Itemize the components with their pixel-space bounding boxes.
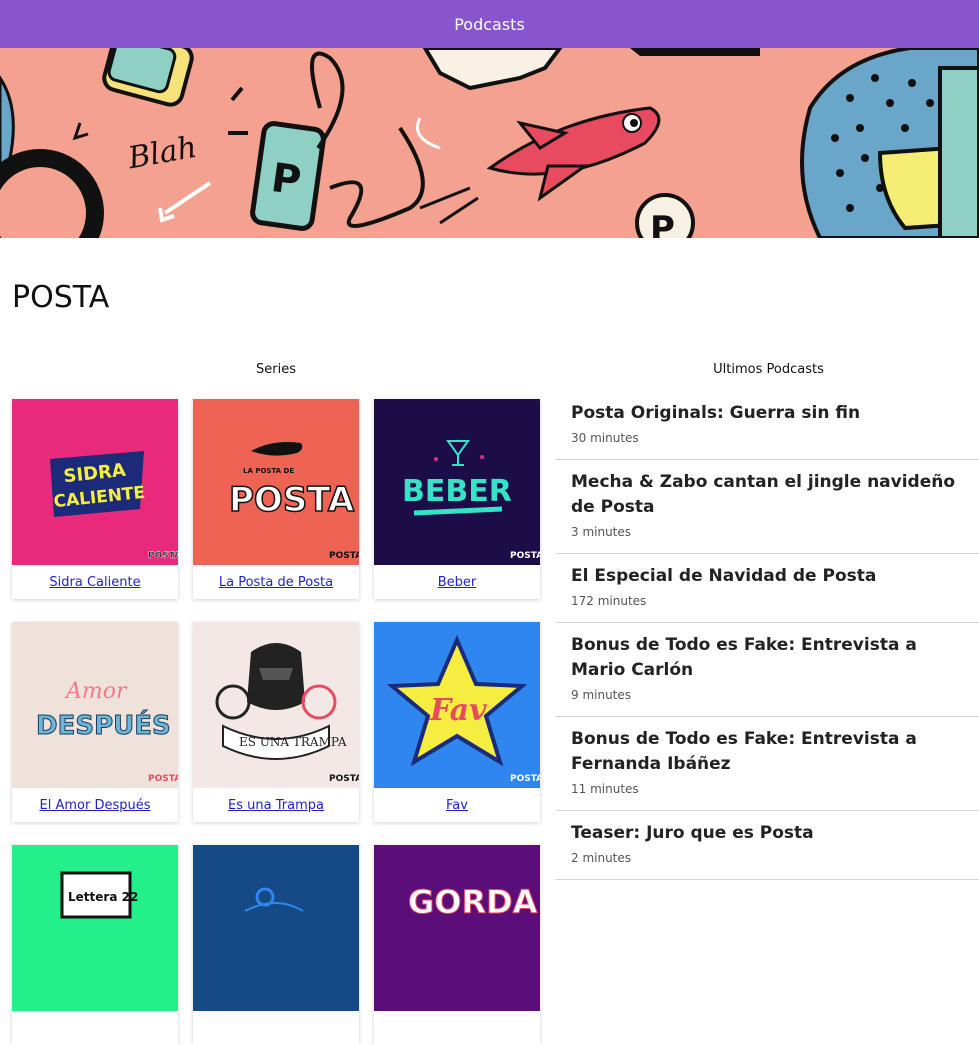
- series-card[interactable]: [193, 845, 359, 1045]
- svg-text:DESPUÉS: DESPUÉS: [36, 709, 171, 741]
- series-link[interactable]: Fav: [446, 798, 468, 813]
- svg-text:BEBER: BEBER: [402, 474, 512, 509]
- top-app-bar: Podcasts: [0, 0, 979, 48]
- hero-illustration: Blah P P: [0, 48, 979, 238]
- podcast-title[interactable]: Posta Originals: Guerra sin fin: [571, 401, 969, 426]
- podcast-duration: 30 minutes: [571, 431, 639, 445]
- svg-text:Fav: Fav: [429, 693, 487, 728]
- svg-text:ES UNA TRAMPA: ES UNA TRAMPA: [239, 735, 347, 749]
- series-cover[interactable]: ES UNA TRAMPA POSTA: [193, 622, 359, 788]
- series-cover[interactable]: BEBER POSTA: [374, 399, 540, 565]
- series-heading: Series: [256, 362, 296, 377]
- podcast-title[interactable]: El Especial de Navidad de Posta: [571, 564, 969, 589]
- series-link[interactable]: Es una Trampa: [228, 798, 324, 813]
- podcast-item[interactable]: El Especial de Navidad de Posta 172 minu…: [555, 554, 979, 623]
- app-title: Podcasts: [454, 14, 525, 34]
- svg-text:LA POSTA DE: LA POSTA DE: [243, 467, 294, 475]
- podcast-title[interactable]: Bonus de Todo es Fake: Entrevista a Fern…: [571, 727, 969, 777]
- posta-badge: POSTA: [510, 774, 540, 784]
- svg-text:Amor: Amor: [64, 679, 128, 704]
- podcast-duration: 2 minutes: [571, 851, 632, 865]
- podcast-item[interactable]: Posta Originals: Guerra sin fin 30 minut…: [555, 391, 979, 460]
- series-card-es-una-trampa[interactable]: ES UNA TRAMPA POSTA Es una Trampa: [193, 622, 359, 822]
- series-card-beber[interactable]: BEBER POSTA Beber: [374, 399, 540, 599]
- posta-badge: POSTA: [329, 551, 359, 561]
- podcast-item[interactable]: Bonus de Todo es Fake: Entrevista a Mari…: [555, 623, 979, 717]
- latest-podcasts-heading: Ultimos Podcasts: [713, 362, 824, 377]
- series-cover[interactable]: LA POSTA DE POSTA POSTA: [193, 399, 359, 565]
- podcast-item[interactable]: Teaser: Juro que es Posta 2 minutes: [555, 811, 979, 880]
- svg-text:POSTA: POSTA: [229, 480, 355, 520]
- series-cover[interactable]: GORDA: [374, 845, 540, 1011]
- series-card-gorda[interactable]: GORDA: [374, 845, 540, 1045]
- series-link[interactable]: Sidra Caliente: [49, 575, 140, 590]
- podcast-duration: 9 minutes: [571, 688, 632, 702]
- posta-badge: POSTA: [148, 551, 178, 561]
- series-cover[interactable]: Fav POSTA: [374, 622, 540, 788]
- latest-podcasts-list: Posta Originals: Guerra sin fin 30 minut…: [555, 391, 979, 880]
- svg-text:GORDA: GORDA: [408, 883, 538, 921]
- series-cover[interactable]: [193, 845, 359, 1011]
- series-card-fav[interactable]: Fav POSTA Fav: [374, 622, 540, 822]
- svg-text:P: P: [650, 209, 675, 238]
- podcast-title[interactable]: Bonus de Todo es Fake: Entrevista a Mari…: [571, 633, 969, 683]
- series-cover[interactable]: Amor DESPUÉS POSTA: [12, 622, 178, 788]
- series-link[interactable]: El Amor Después: [40, 798, 151, 813]
- posta-badge: POSTA: [329, 774, 359, 784]
- page-title: POSTA: [12, 280, 110, 315]
- posta-badge: POSTA: [148, 774, 178, 784]
- series-card-sidra-caliente[interactable]: SIDRA CALIENTE POSTA Sidra Caliente: [12, 399, 178, 599]
- posta-badge: POSTA: [510, 551, 540, 561]
- podcast-title[interactable]: Teaser: Juro que es Posta: [571, 821, 969, 846]
- series-link[interactable]: La Posta de Posta: [219, 575, 333, 590]
- series-link[interactable]: Beber: [438, 575, 477, 590]
- series-cover[interactable]: SIDRA CALIENTE POSTA: [12, 399, 178, 565]
- series-card-lettera-22[interactable]: Lettera 22: [12, 845, 178, 1045]
- series-cover[interactable]: Lettera 22: [12, 845, 178, 1011]
- podcast-duration: 172 minutes: [571, 594, 647, 608]
- podcast-item[interactable]: Mecha & Zabo cantan el jingle navideño d…: [555, 460, 979, 554]
- podcast-item[interactable]: Bonus de Todo es Fake: Entrevista a Fern…: [555, 717, 979, 811]
- podcast-duration: 3 minutes: [571, 525, 632, 539]
- hero-banner: Blah P P: [0, 48, 979, 238]
- podcast-duration: 11 minutes: [571, 782, 639, 796]
- series-card-la-posta-de-posta[interactable]: LA POSTA DE POSTA POSTA La Posta de Post…: [193, 399, 359, 599]
- series-card-el-amor-despues[interactable]: Amor DESPUÉS POSTA El Amor Después: [12, 622, 178, 822]
- podcast-title[interactable]: Mecha & Zabo cantan el jingle navideño d…: [571, 470, 969, 520]
- svg-text:Lettera 22: Lettera 22: [68, 890, 138, 904]
